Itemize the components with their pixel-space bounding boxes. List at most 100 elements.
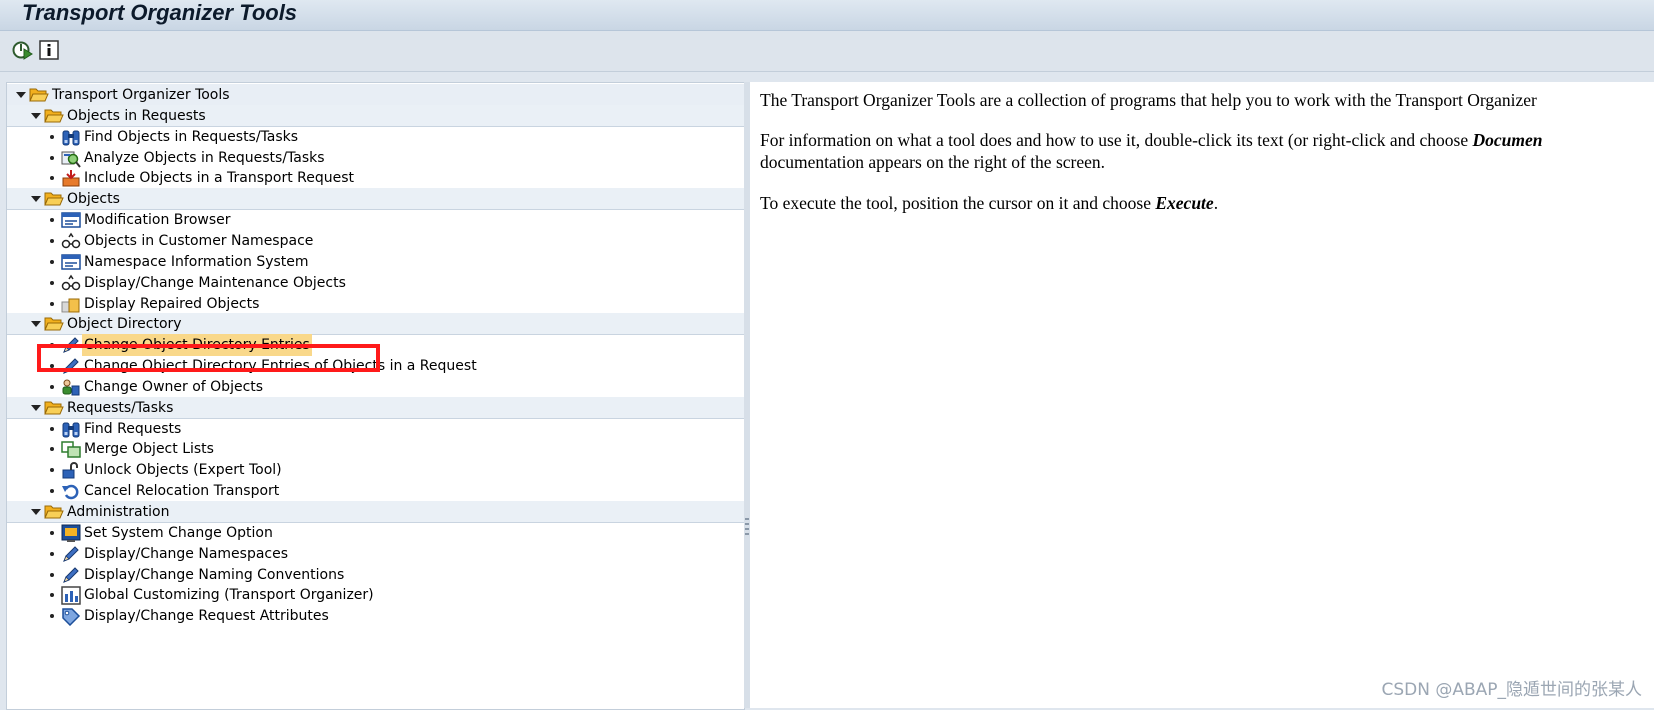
expand-collapse-arrow-icon[interactable] [31,404,41,411]
expand-collapse-arrow-icon[interactable] [31,112,41,119]
doc-emphasis: Execute [1155,193,1214,213]
tree-folder-node[interactable]: Transport Organizer Tools [7,84,744,106]
tree-folder-label: Objects in Requests [67,107,206,124]
tree-leaf-node[interactable]: Merge Object Lists [7,438,744,460]
bullet-icon [50,593,54,598]
watermark: CSDN @ABAP_隐遁世间的张某人 [1381,680,1642,700]
info-icon[interactable] [38,39,60,61]
tree-leaf-node[interactable]: Display/Change Namespaces [7,543,744,565]
tree-leaf-node[interactable]: Display Repaired Objects [7,293,744,315]
table-icon [61,586,81,606]
tree-leaf-node[interactable]: Display/Change Maintenance Objects [7,272,744,294]
tree-folder-label: Object Directory [67,316,182,333]
expand-collapse-arrow-icon[interactable] [16,92,26,98]
tree-item-label: Display/Change Naming Conventions [84,566,345,583]
tree-leaf-node[interactable]: Include Objects in a Transport Request [7,167,744,189]
tree-item-label: Objects in Customer Namespace [84,232,314,249]
bullet-icon [50,468,54,473]
tree-folder-label: Transport Organizer Tools [52,87,230,103]
splitter-grip [745,523,749,525]
tree-leaf-node[interactable]: Modification Browser [7,209,744,231]
tree-folder-node[interactable]: Objects [7,188,744,211]
pencil-icon [61,566,81,585]
execute-icon[interactable] [11,39,33,61]
tree-item-label: Display/Change Request Attributes [84,608,329,625]
splitter-grip [745,518,749,520]
bullet-icon [50,343,54,348]
bullet-icon [50,426,54,431]
folder-open-icon [29,87,49,102]
tools-tree[interactable]: Transport Organizer Tools Objects in Requ… [6,82,745,710]
owner-icon [61,378,81,397]
doc-text: . [1213,193,1219,213]
tree-item-label: Unlock Objects (Expert Tool) [84,462,282,479]
tree-leaf-node[interactable]: Analyze Objects in Requests/Tasks [7,147,744,169]
binoculars-icon [61,420,81,439]
tree-leaf-node[interactable]: Objects in Customer Namespace [7,230,744,252]
tree-item-label: Set System Change Option [84,524,273,541]
tree-leaf-node[interactable]: Cancel Relocation Transport [7,480,744,502]
tree-item-label: Include Objects in a Transport Request [84,170,355,187]
tree-leaf-node[interactable]: Find Objects in Requests/Tasks [7,126,744,148]
doc-paragraph-intro: The Transport Organizer Tools are a coll… [760,90,1537,110]
repaired-icon [61,295,81,314]
expand-collapse-arrow-icon[interactable] [31,321,41,328]
tree-leaf-node[interactable]: Change Object Directory Entries of Objec… [7,355,744,377]
tree-item-label: Change Owner of Objects [84,378,264,395]
system-icon [61,524,81,543]
browser-icon [61,253,81,272]
tree-item-label: Display/Change Namespaces [84,545,289,562]
tree-leaf-node[interactable]: Change Owner of Objects [7,376,744,398]
tree-leaf-node[interactable]: Namespace Information System [7,251,744,273]
doc-paragraph-execute: To execute the tool, position the cursor… [760,192,1218,214]
tree-folder-node[interactable]: Objects in Requests [7,104,744,127]
bullet-icon [50,489,54,494]
expand-collapse-arrow-icon[interactable] [31,196,41,203]
tree-item-label: Find Requests [84,420,182,437]
tree-item-label: Display/Change Maintenance Objects [84,274,346,291]
bullet-icon [50,301,54,306]
tree-leaf-node[interactable]: Change Object Directory Entries [7,334,744,357]
pencil-icon [61,357,81,376]
folder-open-icon [44,316,64,331]
title-bar: Transport Organizer Tools [0,0,1654,31]
bullet-icon [50,551,54,556]
expand-collapse-arrow-icon[interactable] [31,509,41,515]
tree-item-label: Change Object Directory Entries [82,334,312,357]
bullet-icon [50,280,54,285]
tree-folder-node[interactable]: Requests/Tasks [7,396,744,419]
tree-leaf-node[interactable]: Display/Change Naming Conventions [7,564,744,586]
browser-icon [61,211,81,230]
tree-item-label: Cancel Relocation Transport [84,483,280,500]
tree-item-label: Display Repaired Objects [84,295,260,312]
tree-folder-label: Requests/Tasks [67,399,174,416]
tree-leaf-node[interactable]: Find Requests [7,418,744,440]
analyze-icon [61,149,81,168]
splitter-grip [745,528,749,530]
tree-folder-node[interactable]: Object Directory [7,313,744,336]
binoculars-icon [61,128,81,147]
tree-folder-node[interactable]: Administration [7,501,744,523]
undo-icon [61,482,81,501]
bullet-icon [50,530,54,535]
doc-paragraph-info: For information on what a tool does and … [760,129,1542,151]
tree-leaf-node[interactable]: Display/Change Request Attributes [7,605,744,627]
doc-emphasis: Documen [1472,130,1543,150]
doc-text: For information on what a tool does and … [760,130,1473,150]
bullet-icon [50,384,54,389]
tree-folder-label: Objects [67,191,120,208]
tree-leaf-node[interactable]: Unlock Objects (Expert Tool) [7,459,744,481]
application-toolbar [0,31,1654,72]
pencil-icon [61,545,81,564]
tree-item-label: Namespace Information System [84,253,309,270]
tree-item-label: Change Object Directory Entries of Objec… [84,358,477,375]
doc-paragraph-info-cont: documentation appears on the right of th… [760,152,1106,172]
bullet-icon [50,447,54,452]
tree-leaf-node[interactable]: Global Customizing (Transport Organizer) [7,584,744,606]
bullet-icon [50,176,54,181]
splitter-grip [745,533,749,535]
tree-leaf-node[interactable]: Set System Change Option [7,522,744,544]
bullet-icon [50,155,54,160]
tree-item-label: Find Objects in Requests/Tasks [84,128,299,145]
bullet-icon [50,238,54,243]
